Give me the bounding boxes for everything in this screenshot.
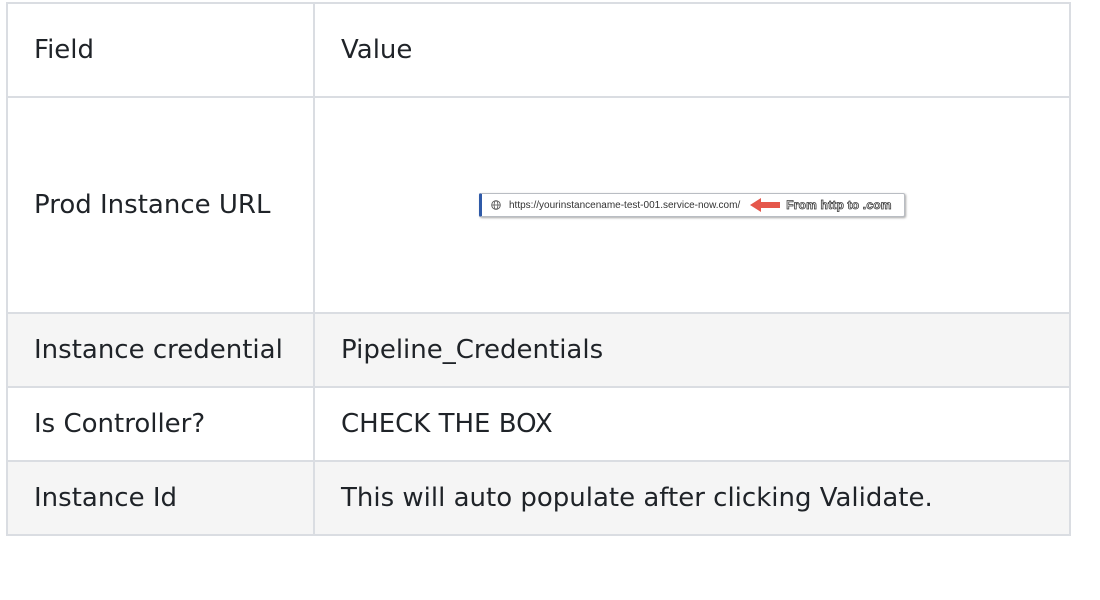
field-value-table: Field Value Prod Instance URL https://yo…	[6, 2, 1071, 536]
left-arrow-icon	[750, 198, 781, 212]
field-cell-instance-id: Instance Id	[6, 460, 315, 536]
field-cell-is-controller: Is Controller?	[6, 386, 315, 462]
value-column-header: Value	[313, 2, 1071, 98]
table-row: Is Controller? CHECK THE BOX	[6, 386, 1071, 462]
field-cell-instance-credential: Instance credential	[6, 312, 315, 388]
table-row: Prod Instance URL https://yourinstancena…	[6, 96, 1071, 314]
url-annotation-text: From http to .com	[786, 198, 892, 213]
value-cell-url-image: https://yourinstancename-test-001.servic…	[313, 96, 1071, 314]
url-screenshot-wrapper: https://yourinstancename-test-001.servic…	[341, 193, 1069, 217]
value-cell-instance-credential: Pipeline_Credentials	[313, 312, 1071, 388]
value-cell-is-controller: CHECK THE BOX	[313, 386, 1071, 462]
value-cell-instance-id: This will auto populate after clicking V…	[313, 460, 1071, 536]
table-row: Instance credential Pipeline_Credentials	[6, 312, 1071, 388]
table-row: Instance Id This will auto populate afte…	[6, 460, 1071, 536]
globe-icon	[491, 200, 501, 210]
url-text: https://yourinstancename-test-001.servic…	[509, 199, 741, 211]
field-cell-prod-instance-url: Prod Instance URL	[6, 96, 315, 314]
field-column-header: Field	[6, 2, 315, 98]
table-header-row: Field Value	[6, 2, 1071, 98]
browser-address-bar-image: https://yourinstancename-test-001.servic…	[479, 193, 905, 217]
